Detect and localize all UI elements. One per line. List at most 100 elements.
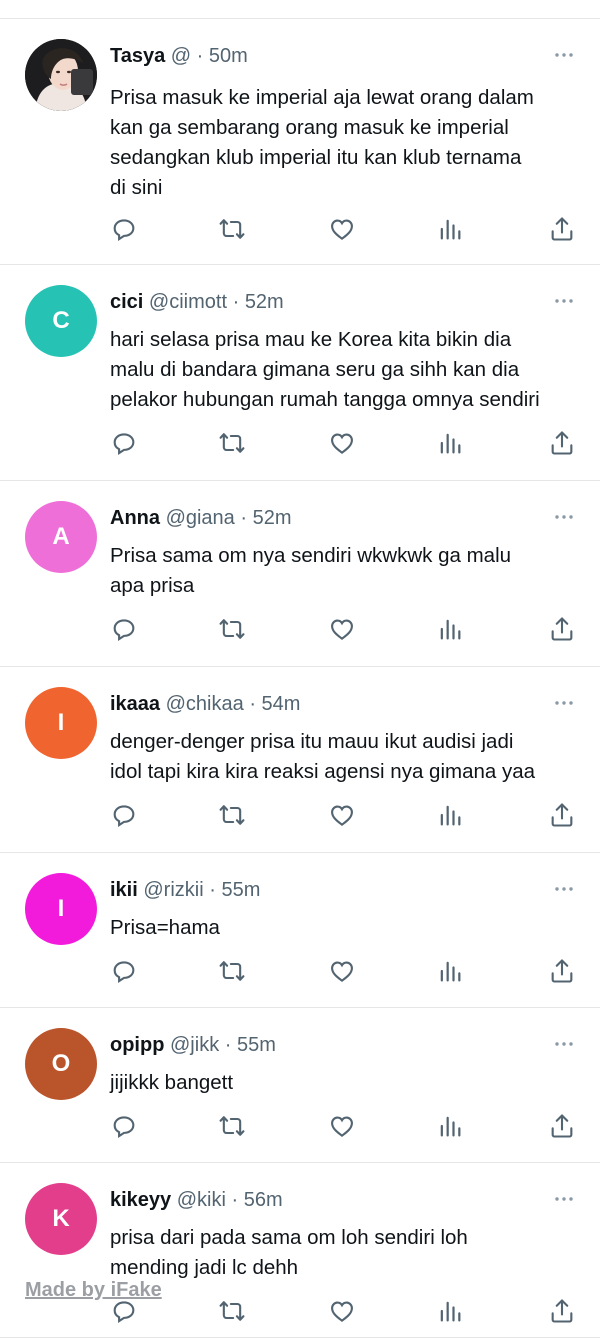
retweet-icon[interactable] bbox=[218, 957, 246, 985]
timestamp[interactable]: 52m bbox=[245, 291, 284, 313]
views-icon[interactable] bbox=[436, 215, 464, 243]
watermark: Made by iFake bbox=[25, 1279, 162, 1301]
tweet-header: Tasya @ · 50m bbox=[110, 43, 248, 69]
display-name[interactable]: cici bbox=[110, 291, 143, 313]
heart-icon[interactable] bbox=[328, 215, 356, 243]
more-dots-icon[interactable] bbox=[552, 691, 576, 715]
user-handle[interactable]: @ bbox=[171, 45, 191, 67]
tweet-text: Prisa=hama bbox=[110, 916, 220, 939]
share-icon[interactable] bbox=[548, 801, 576, 829]
more-dots-icon[interactable] bbox=[552, 43, 576, 67]
tweet[interactable]: Iikii @rizkii · 55m Prisa=hama bbox=[0, 853, 600, 1008]
tweet-actions bbox=[110, 429, 580, 457]
tweet[interactable]: A Anna @giana · 52m Prisa sama om nya send… bbox=[0, 481, 600, 667]
tweet-text: Prisa sama om nya sendiri wkwkwk ga malu… bbox=[110, 544, 512, 597]
tweet[interactable]: Kkikeyy @kiki · 56m prisa dari pada sama … bbox=[0, 1163, 600, 1338]
tweet[interactable]: Tasya @ · 50m Prisa masuk ke imperial aja… bbox=[0, 19, 600, 265]
more-dots-icon[interactable] bbox=[552, 877, 576, 901]
tweet-actions bbox=[110, 957, 580, 985]
display-name[interactable]: ikaaa bbox=[110, 693, 160, 715]
avatar[interactable]: A bbox=[25, 501, 97, 573]
share-icon[interactable] bbox=[548, 615, 576, 643]
tweet-text: Prisa masuk ke imperial aja lewat orang … bbox=[110, 86, 534, 199]
more-dots-icon[interactable] bbox=[552, 1032, 576, 1056]
timestamp[interactable]: 55m bbox=[237, 1034, 276, 1056]
avatar[interactable]: O bbox=[25, 1028, 97, 1100]
more-dots-icon[interactable] bbox=[552, 505, 576, 529]
separator-dot: · bbox=[224, 1034, 232, 1056]
reply-icon[interactable] bbox=[110, 215, 138, 243]
share-icon[interactable] bbox=[548, 1112, 576, 1140]
more-dots-icon[interactable] bbox=[552, 1187, 576, 1211]
heart-icon[interactable] bbox=[328, 429, 356, 457]
separator-dot: · bbox=[231, 1189, 239, 1211]
share-icon[interactable] bbox=[548, 429, 576, 457]
heart-icon[interactable] bbox=[328, 615, 356, 643]
tweet-header: kikeyy @kiki · 56m bbox=[110, 1187, 283, 1213]
display-name[interactable]: kikeyy bbox=[110, 1189, 171, 1211]
heart-icon[interactable] bbox=[328, 1112, 356, 1140]
views-icon[interactable] bbox=[436, 801, 464, 829]
timestamp[interactable]: 55m bbox=[221, 879, 260, 901]
tweet[interactable]: Ccici @ciimott · 52m hari selasa prisa ma… bbox=[0, 265, 600, 481]
reply-icon[interactable] bbox=[110, 429, 138, 457]
display-name[interactable]: opipp bbox=[110, 1034, 164, 1056]
retweet-icon[interactable] bbox=[218, 1112, 246, 1140]
user-handle[interactable]: @jikk bbox=[170, 1034, 219, 1056]
reply-icon[interactable] bbox=[110, 615, 138, 643]
heart-icon[interactable] bbox=[328, 957, 356, 985]
views-icon[interactable] bbox=[436, 957, 464, 985]
retweet-icon[interactable] bbox=[218, 615, 246, 643]
tweet-actions bbox=[110, 215, 580, 243]
user-handle[interactable]: @kiki bbox=[177, 1189, 226, 1211]
user-handle[interactable]: @chikaa bbox=[166, 693, 244, 715]
share-icon[interactable] bbox=[548, 957, 576, 985]
more-dots-icon[interactable] bbox=[552, 289, 576, 313]
display-name[interactable]: Tasya bbox=[110, 45, 165, 67]
separator-dot: · bbox=[232, 291, 240, 313]
retweet-icon[interactable] bbox=[218, 1297, 246, 1325]
avatar[interactable]: I bbox=[25, 687, 97, 759]
views-icon[interactable] bbox=[436, 429, 464, 457]
reply-icon[interactable] bbox=[110, 801, 138, 829]
views-icon[interactable] bbox=[436, 615, 464, 643]
reply-icon[interactable] bbox=[110, 1112, 138, 1140]
timestamp[interactable]: 56m bbox=[244, 1189, 283, 1211]
user-handle[interactable]: @giana bbox=[166, 507, 235, 529]
tweet[interactable]: Oopipp @jikk · 55m jijikkk bangett bbox=[0, 1008, 600, 1163]
heart-icon[interactable] bbox=[328, 1297, 356, 1325]
separator-dot: · bbox=[249, 693, 256, 715]
timestamp[interactable]: 52m bbox=[253, 507, 292, 529]
user-handle[interactable]: @ciimott bbox=[149, 291, 227, 313]
avatar[interactable]: C bbox=[25, 285, 97, 357]
tweet-actions bbox=[110, 1112, 580, 1140]
timestamp[interactable]: 54m bbox=[262, 693, 301, 715]
heart-icon[interactable] bbox=[328, 801, 356, 829]
display-name[interactable]: ikii bbox=[110, 879, 138, 901]
tweet-actions bbox=[110, 801, 580, 829]
avatar[interactable] bbox=[25, 39, 97, 111]
tweet[interactable]: Iikaaa @chikaa · 54m denger-denger prisa … bbox=[0, 667, 600, 853]
tweet-actions bbox=[110, 615, 580, 643]
avatar[interactable]: K bbox=[25, 1183, 97, 1255]
views-icon[interactable] bbox=[436, 1297, 464, 1325]
tweet-header: opipp @jikk · 55m bbox=[110, 1032, 276, 1058]
share-icon[interactable] bbox=[548, 1297, 576, 1325]
display-name[interactable]: Anna bbox=[110, 507, 160, 529]
views-icon[interactable] bbox=[436, 1112, 464, 1140]
avatar[interactable]: I bbox=[25, 873, 97, 945]
separator-dot: · bbox=[196, 45, 204, 67]
retweet-icon[interactable] bbox=[218, 215, 246, 243]
separator-dot: · bbox=[209, 879, 216, 901]
user-handle[interactable]: @rizkii bbox=[143, 879, 203, 901]
tweet-header: Anna @giana · 52m bbox=[110, 505, 292, 531]
separator-dot: · bbox=[240, 507, 248, 529]
tweet-text: hari selasa prisa mau ke Korea kita biki… bbox=[110, 328, 540, 411]
tweet-text: jijikkk bangett bbox=[110, 1071, 234, 1094]
share-icon[interactable] bbox=[548, 215, 576, 243]
timestamp[interactable]: 50m bbox=[209, 45, 248, 67]
retweet-icon[interactable] bbox=[218, 429, 246, 457]
retweet-icon[interactable] bbox=[218, 801, 246, 829]
tweet-header: ikaaa @chikaa · 54m bbox=[110, 691, 300, 717]
reply-icon[interactable] bbox=[110, 957, 138, 985]
